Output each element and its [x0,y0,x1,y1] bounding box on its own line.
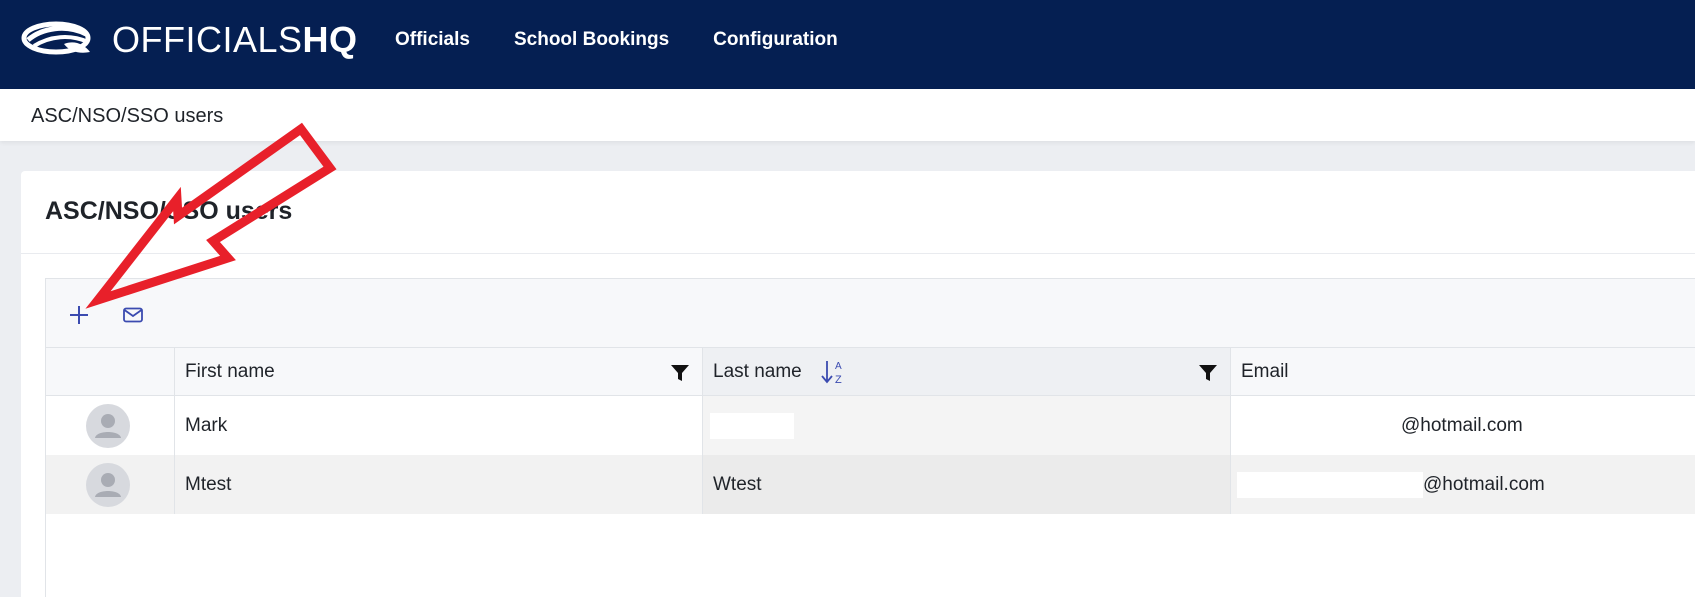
svg-text:A: A [835,361,842,372]
table-row[interactable]: Mark @hotmail.com [46,396,1695,455]
avatar [86,463,130,507]
column-label-email: Email [1241,360,1289,382]
main-nav: Officials School Bookings Configuration [395,0,882,80]
email-users-button[interactable] [117,299,149,331]
column-label-last-name: Last name [713,360,802,382]
cell-email: @hotmail.com [1230,455,1695,514]
filter-icon[interactable] [1197,362,1219,384]
logo-icon [21,21,91,55]
plus-icon [70,306,88,324]
nav-item-school-bookings[interactable]: School Bookings [514,29,669,51]
users-grid: First name Last name A Z Email Mark @hot… [45,278,1695,597]
logo-text-bold: HQ [302,19,358,60]
cell-last-name [702,396,1230,455]
logo-wordmark: OFFICIALSHQ [112,18,358,62]
table-row[interactable]: Mtest Wtest @hotmail.com [46,455,1695,514]
redacted-value [1237,471,1423,498]
nav-item-configuration[interactable]: Configuration [713,29,838,51]
first-name-value: Mark [185,414,228,436]
nav-item-officials[interactable]: Officials [395,29,470,51]
cell-email: @hotmail.com [1230,396,1695,455]
email-value: @hotmail.com [1423,473,1545,495]
last-name-value: Wtest [713,473,762,495]
filter-icon[interactable] [669,362,691,384]
cell-first-name: Mark [174,396,702,455]
column-header-first-name[interactable]: First name [174,348,702,395]
user-icon [95,473,121,497]
cell-last-name: Wtest [702,455,1230,514]
top-navbar: OFFICIALSHQ Officials School Bookings Co… [0,0,1695,89]
column-header-last-name[interactable]: Last name A Z [702,348,1230,395]
column-header-email[interactable]: Email [1230,348,1695,395]
page-title: ASC/NSO/SSO users [45,197,293,225]
column-label-first-name: First name [185,360,275,382]
app-logo[interactable]: OFFICIALSHQ [20,18,358,62]
first-name-value: Mtest [185,473,232,495]
divider [21,253,1695,254]
logo-text-light: OFFICIALS [112,19,303,60]
add-user-button[interactable] [63,299,95,331]
redacted-value [710,412,794,439]
users-card: ASC/NSO/SSO users First name Last name A… [21,171,1695,597]
svg-text:Z: Z [835,374,842,386]
mail-icon [123,307,143,323]
breadcrumb: ASC/NSO/SSO users [31,105,224,127]
email-value: @hotmail.com [1401,414,1523,436]
grid-toolbar [46,279,1695,348]
user-icon [95,414,121,438]
cell-first-name: Mtest [174,455,702,514]
header-avatar-cell [46,348,174,395]
breadcrumb-bar: ASC/NSO/SSO users [0,89,1695,141]
sort-ascending-icon[interactable]: A Z [820,357,846,387]
table-header: First name Last name A Z Email [46,348,1695,396]
avatar [86,404,130,448]
